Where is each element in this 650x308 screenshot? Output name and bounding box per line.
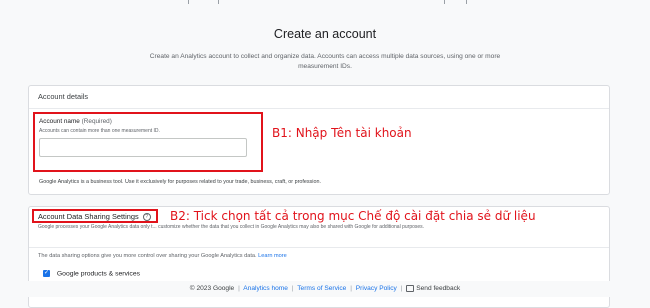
annotation-step1: B1: Nhập Tên tài khoản — [272, 126, 412, 140]
footer: © 2023 Google | Analytics home | Terms o… — [0, 281, 650, 297]
page-title: Create an account — [273, 27, 377, 41]
checkbox-checked-icon[interactable]: ✓ — [43, 270, 50, 277]
data-sharing-description: Google processes your Google Analytics d… — [38, 224, 425, 230]
data-sharing-intro: The data sharing options give you more c… — [38, 253, 287, 259]
divider — [29, 108, 609, 109]
annotation-box-step2 — [32, 209, 158, 223]
option-google-products[interactable]: ✓ Google products & services — [43, 270, 140, 277]
footer-send-feedback[interactable]: Send feedback — [406, 284, 461, 292]
feedback-icon — [406, 284, 415, 292]
divider — [29, 247, 609, 248]
top-edge-marks — [0, 0, 650, 6]
page-subtitle: Create an Analytics account to collect a… — [149, 53, 501, 70]
footer-separator: | — [238, 285, 240, 292]
footer-link-privacy[interactable]: Privacy Policy — [356, 285, 397, 292]
footer-separator: | — [291, 285, 294, 292]
account-details-heading: Account details — [38, 92, 89, 101]
business-tool-note: Google Analytics is a business tool. Use… — [39, 179, 321, 185]
footer-separator: | — [350, 285, 352, 292]
annotation-box-step1 — [33, 112, 263, 172]
footer-separator: | — [400, 285, 403, 292]
footer-link-analytics-home[interactable]: Analytics home — [243, 285, 288, 292]
send-feedback-label: Send feedback — [416, 285, 461, 292]
data-sharing-intro-text: The data sharing options give you more c… — [38, 253, 257, 259]
option-google-products-label: Google products & services — [56, 270, 141, 278]
learn-more-link[interactable]: Learn more — [258, 253, 287, 259]
footer-copyright: © 2023 Google — [189, 285, 235, 292]
footer-link-terms[interactable]: Terms of Service — [297, 285, 346, 292]
annotation-step2: B2: Tick chọn tất cả trong mục Chế độ cà… — [170, 209, 536, 223]
